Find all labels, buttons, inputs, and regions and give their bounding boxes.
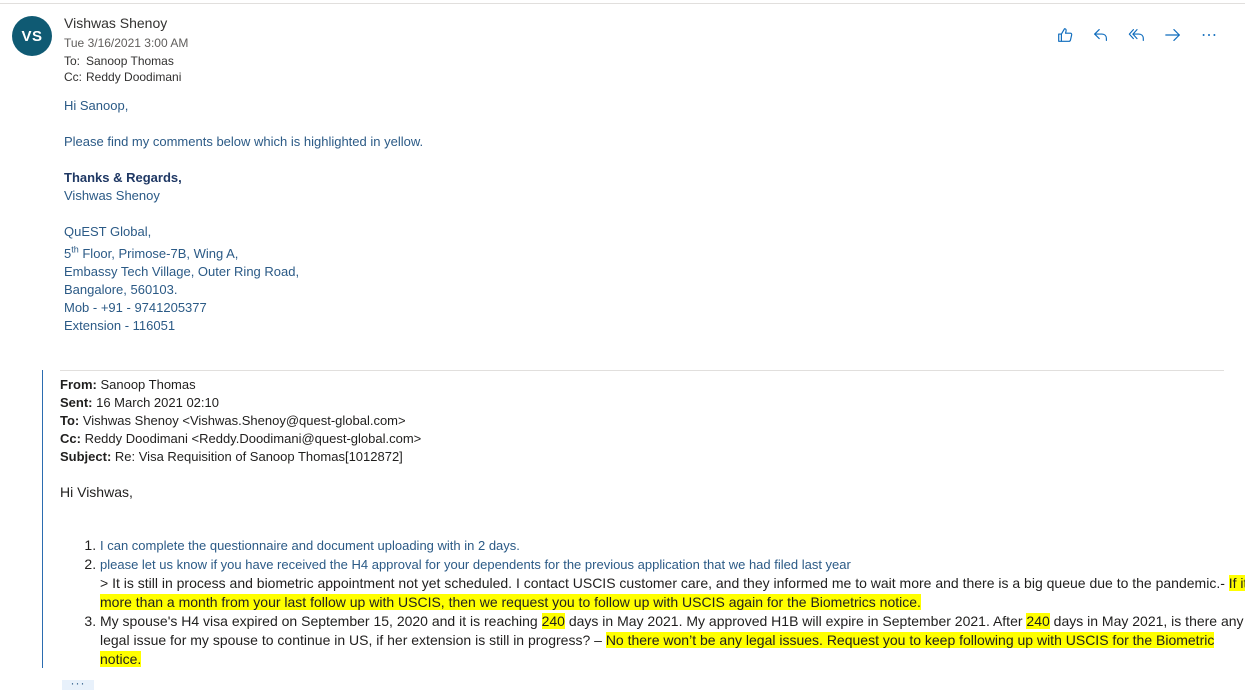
message-toolbar	[1047, 24, 1227, 46]
to-label: To:	[64, 54, 81, 68]
more-actions-icon	[1202, 34, 1216, 36]
quoted-from: From: Sanoop Thomas	[60, 377, 196, 392]
signature-extension: Extension - 116051	[64, 318, 176, 333]
signature-regards: Thanks & Regards,	[64, 170, 182, 185]
show-more-button[interactable]: ···	[62, 677, 94, 690]
quoted-to: To: Vishwas Shenoy <Vishwas.Shenoy@quest…	[60, 413, 406, 428]
quoted-greeting: Hi Vishwas,	[60, 484, 133, 500]
list-item: please let us know if you have received …	[100, 555, 1245, 612]
signature-address-2: Embassy Tech Village, Outer Ring Road,	[64, 264, 300, 279]
signature-address-1: 5th Floor, Primose-7B, Wing A,	[64, 244, 239, 261]
sender-name[interactable]: Vishwas Shenoy	[64, 15, 167, 31]
cc-label: Cc:	[64, 70, 82, 84]
more-actions-button[interactable]	[1191, 24, 1227, 46]
reply-all-button[interactable]	[1119, 24, 1155, 46]
quoted-list: I can complete the questionnaire and doc…	[60, 536, 1245, 669]
to-recipient[interactable]: Sanoop Thomas	[86, 54, 174, 68]
forward-button[interactable]	[1155, 24, 1191, 46]
reply-all-icon	[1128, 29, 1144, 41]
reply-body: Hi Sanoop, Please find my comments below…	[64, 97, 423, 335]
cc-recipient[interactable]: Reddy Doodimani	[86, 70, 181, 84]
quote-bar	[42, 370, 43, 668]
to-line: To: Sanoop Thomas	[64, 54, 174, 68]
thumbs-up-icon	[1058, 28, 1073, 42]
reply-greeting: Hi Sanoop,	[64, 98, 129, 113]
signature-name: Vishwas Shenoy	[64, 188, 160, 203]
quoted-sent: Sent: 16 March 2021 02:10	[60, 395, 219, 410]
list-item: I can complete the questionnaire and doc…	[100, 536, 1245, 555]
signature-company: QuEST Global,	[64, 224, 152, 239]
top-divider	[0, 3, 1245, 4]
quote-divider	[60, 370, 1224, 371]
sent-date: Tue 3/16/2021 3:00 AM	[64, 36, 189, 50]
reply-line: Please find my comments below which is h…	[64, 134, 424, 149]
quoted-subject: Subject: Re: Visa Requisition of Sanoop …	[60, 449, 403, 464]
forward-icon	[1165, 29, 1180, 41]
cc-line: Cc: Reddy Doodimani	[64, 70, 181, 84]
quoted-header: From: Sanoop Thomas Sent: 16 March 2021 …	[60, 376, 421, 466]
like-button[interactable]	[1047, 24, 1083, 46]
signature-mobile: Mob - +91 - 9741205377	[64, 300, 207, 315]
reply-icon	[1094, 29, 1107, 41]
signature-address-3: Bangalore, 560103.	[64, 282, 178, 297]
quoted-cc: Cc: Reddy Doodimani <Reddy.Doodimani@que…	[60, 431, 422, 446]
avatar[interactable]: VS	[12, 16, 52, 56]
list-item: My spouse's H4 visa expired on September…	[100, 612, 1245, 669]
reply-button[interactable]	[1083, 24, 1119, 46]
